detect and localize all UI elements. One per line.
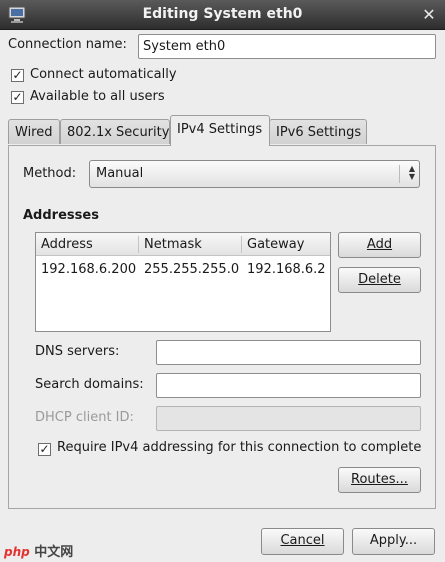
dhcp-client-id-label: DHCP client ID: <box>35 410 134 425</box>
addresses-table[interactable]: Address Netmask Gateway 192.168.6.200 25… <box>35 232 331 332</box>
search-domains-label: Search domains: <box>35 377 144 392</box>
column-separator <box>241 236 242 253</box>
method-combobox[interactable]: Manual ▲ ▼ <box>89 160 420 188</box>
watermark-logo: php 中文网 <box>4 545 74 560</box>
cell-netmask: 255.255.255.0 <box>144 262 240 277</box>
require-ipv4-label: Require IPv4 addressing for this connect… <box>57 440 422 455</box>
window: Editing System eth0 ✕ Connection name: ✓… <box>0 0 445 562</box>
column-gateway[interactable]: Gateway <box>247 237 304 252</box>
method-value: Manual <box>96 166 144 181</box>
delete-button[interactable]: Delete <box>338 267 421 293</box>
dhcp-client-id-input <box>156 406 421 431</box>
column-separator <box>138 236 139 253</box>
cell-address: 192.168.6.200 <box>41 262 137 277</box>
search-domains-input[interactable] <box>156 373 421 398</box>
routes-button[interactable]: Routes... <box>338 467 421 493</box>
addresses-table-header: Address Netmask Gateway <box>36 233 330 256</box>
column-netmask[interactable]: Netmask <box>144 237 202 252</box>
up-down-arrows-icon: ▲ ▼ <box>399 165 415 183</box>
panel-content: Method: Manual ▲ ▼ Addresses Address Netm… <box>0 0 445 562</box>
require-ipv4-checkbox[interactable]: ✓ <box>38 443 51 456</box>
method-label: Method: <box>23 166 77 181</box>
column-address[interactable]: Address <box>41 237 93 252</box>
addresses-heading: Addresses <box>23 208 99 223</box>
dns-servers-label: DNS servers: <box>35 344 120 359</box>
dns-servers-input[interactable] <box>156 340 421 365</box>
add-button[interactable]: Add <box>338 232 421 258</box>
cell-gateway: 192.168.6.2 <box>247 262 326 277</box>
